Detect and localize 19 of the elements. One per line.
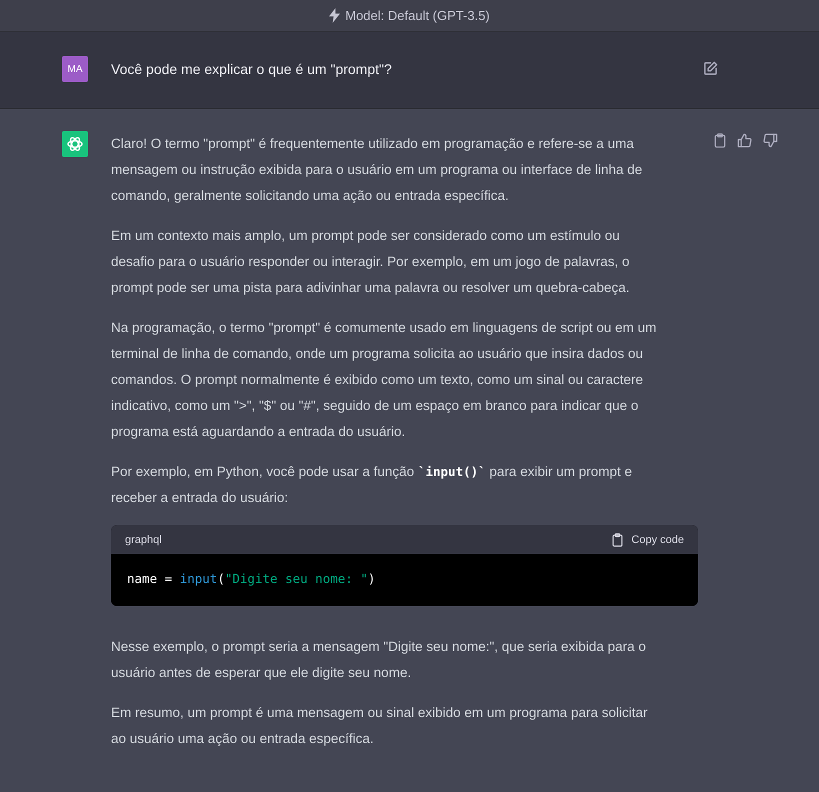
user-avatar: MA (62, 56, 88, 82)
lightning-icon (329, 8, 340, 23)
code-line: name = input("Digite seu nome: ") (127, 571, 376, 586)
answer-paragraph: Na programação, o termo "prompt" é comumente usado em linguagens de script ou em um terminal de linha de comando, onde um programa solicita ao usuário que insira dados ou comandos. O prompt normalmente é exibido como um texto, como um sinal ou caractere indicativo, como um ">", "$" ou "#", seguido de um espaço em branco para indicar que o programa está aguardando a entrada do usuário. (111, 319, 658, 441)
thumbs-up-icon[interactable] (737, 133, 752, 148)
model-label: Model: Default (GPT-3.5) (345, 8, 490, 23)
clipboard-icon[interactable] (714, 133, 726, 148)
assistant-avatar-icon (62, 131, 88, 157)
copy-code-button[interactable]: Copy code (612, 532, 684, 546)
clipboard-icon (612, 532, 624, 546)
edit-icon[interactable] (703, 61, 718, 76)
answer-paragraph: Em um contexto mais amplo, um prompt pode ser considerado como um estímulo ou desafio para o usuário responder ou interagir. Por exemplo, em um jogo de palavras, o prompt pode ser uma pista para adivinhar uma palavra ou resolver um quebra-cabeça. (111, 227, 631, 297)
thumbs-down-icon[interactable] (763, 133, 778, 148)
answer-paragraph: Em resumo, um prompt é uma mensagem ou sinal exibido em um programa para solicitar ao usuário uma ação ou entrada específica. (111, 704, 648, 748)
user-message: Você pode me explicar o que é um "prompt"? (111, 60, 393, 79)
answer-paragraph: Nesse exemplo, o prompt seria a mensagem "Digite seu nome:", que seria exibida para o usuário antes de esperar que ele digite seu nome. (111, 638, 647, 682)
answer-paragraph: Por exemplo, em Python, você pode usar a função `input()` para exibir um prompt e receber a entrada do usuário: (111, 463, 633, 507)
answer-paragraph: Claro! O termo "prompt" é frequentemente utilizado em programação e refere-se a uma mensagem ou instrução exibida para o usuário em um programa ou interface de linha de comando, geralmente solicitando uma ação ou entrada específica. (111, 135, 644, 205)
code-language: graphql (125, 534, 162, 546)
